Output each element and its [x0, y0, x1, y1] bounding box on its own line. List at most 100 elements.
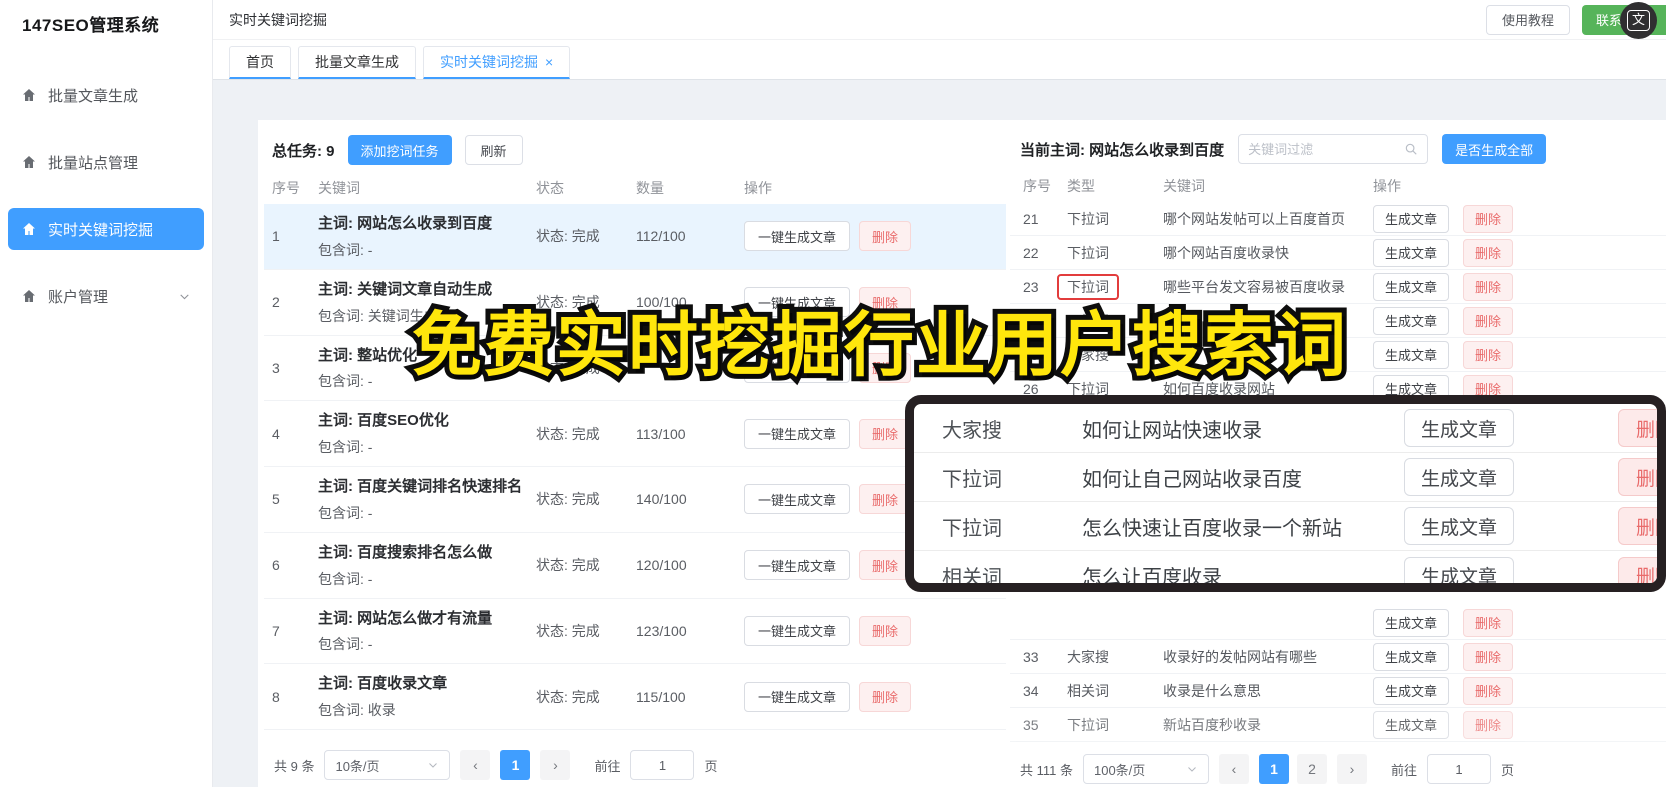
page-button[interactable]: 1: [1258, 754, 1289, 784]
table-row[interactable]: 6 主词: 百度搜索排名怎么做 包含词: - 状态: 完成 120/100 一键…: [264, 533, 1006, 599]
page-button[interactable]: 1: [500, 750, 531, 780]
generate-article-button[interactable]: 生成文章: [1373, 710, 1450, 739]
tab[interactable]: 首页: [229, 46, 291, 79]
delete-button[interactable]: 删除: [1463, 608, 1514, 637]
table-row[interactable]: 2 主词: 关键词文章自动生成 包含词: 关键词生成 状态: 完成 100/10…: [264, 270, 1006, 336]
row-keyword-cell: 主词: 百度搜索排名怎么做 包含词: -: [318, 542, 536, 589]
inset-row: 下拉词 如何让自己网站收录百度 生成文章 删除: [914, 453, 1657, 502]
table-row[interactable]: 22 下拉词 哪个网站百度收录快 生成文章 删除: [1010, 236, 1666, 270]
generate-articles-button[interactable]: 一键生成文章: [744, 287, 851, 318]
tab-close-icon[interactable]: ×: [545, 55, 553, 69]
generate-articles-button[interactable]: 一键生成文章: [744, 681, 851, 712]
table-row[interactable]: 34 相关词 收录是什么意思 生成文章 删除: [1010, 674, 1666, 708]
generate-article-button[interactable]: 生成文章: [1404, 556, 1515, 583]
tutorial-button[interactable]: 使用教程: [1485, 4, 1570, 35]
delete-button[interactable]: 删除: [1463, 272, 1514, 301]
table-row[interactable]: 33 大家搜 收录好的发帖网站有哪些 生成文章 删除: [1010, 640, 1666, 674]
delete-button[interactable]: 删除: [1618, 507, 1657, 545]
sidebar-item[interactable]: 批量站点管理: [8, 141, 204, 183]
generate-articles-button[interactable]: 一键生成文章: [744, 221, 851, 252]
delete-button[interactable]: 删除: [859, 484, 912, 515]
sidebar-item[interactable]: 实时关键词挖掘: [8, 208, 204, 250]
table-row[interactable]: 35 下拉词 新站百度秒收录 生成文章 删除: [1010, 708, 1666, 742]
table-row[interactable]: 24 下拉词 生成文章 删除: [1010, 304, 1666, 338]
refresh-button[interactable]: 刷新: [464, 135, 523, 165]
generate-article-button[interactable]: 生成文章: [1373, 676, 1450, 705]
table-row-clipped[interactable]: 生成文章 删除: [1010, 606, 1666, 640]
tab[interactable]: 批量文章生成: [298, 46, 416, 79]
row-index: 33: [1023, 648, 1039, 665]
col-index: 序号: [1023, 178, 1051, 194]
generate-articles-button[interactable]: 一键生成文章: [744, 418, 851, 449]
table-row[interactable]: 3 主词: 整站优化 包含词: - 状态: 完成 一键生成文章 删除: [264, 336, 1006, 402]
prev-page-button[interactable]: ‹: [1218, 754, 1249, 784]
row-index: 22: [1023, 244, 1039, 261]
delete-button[interactable]: 删除: [1463, 676, 1514, 705]
generate-articles-button[interactable]: 一键生成文章: [744, 352, 851, 383]
table-row[interactable]: 4 主词: 百度SEO优化 包含词: - 状态: 完成 113/100 一键生成…: [264, 401, 1006, 467]
page-button[interactable]: 2: [1296, 754, 1327, 784]
add-task-button[interactable]: 添加挖词任务: [347, 135, 452, 165]
generate-article-button[interactable]: 生成文章: [1373, 642, 1450, 671]
table-row[interactable]: 8 主词: 百度收录文章 包含词: 收录 状态: 完成 115/100 一键生成…: [264, 664, 1006, 730]
row-index: 3: [272, 359, 280, 376]
generate-article-button[interactable]: 生成文章: [1373, 204, 1450, 233]
delete-button[interactable]: 删除: [1463, 642, 1514, 671]
generate-articles-button[interactable]: 一键生成文章: [744, 550, 851, 581]
generate-article-button[interactable]: 生成文章: [1404, 507, 1515, 545]
delete-button[interactable]: 删除: [1618, 458, 1657, 496]
goto-page-input[interactable]: [630, 750, 695, 780]
row-actions: 一键生成文章 删除: [744, 352, 1006, 383]
delete-button[interactable]: 删除: [859, 287, 912, 318]
delete-button[interactable]: 删除: [859, 221, 912, 252]
generate-articles-button[interactable]: 一键生成文章: [744, 615, 851, 646]
generate-article-button[interactable]: 生成文章: [1373, 340, 1450, 369]
delete-button[interactable]: 删除: [859, 550, 912, 581]
delete-button[interactable]: 删除: [859, 418, 912, 449]
sidebar-item[interactable]: 账户管理: [8, 275, 204, 317]
delete-button[interactable]: 删除: [1463, 204, 1514, 233]
row-contains-word: 包含词: -: [318, 570, 373, 587]
row-main-word: 主词: 百度SEO优化: [318, 412, 449, 430]
inset-row-type: 下拉词: [942, 468, 1002, 491]
table-row[interactable]: 5 主词: 百度关键词排名快速排名 包含词: - 状态: 完成 140/100 …: [264, 467, 1006, 533]
tab[interactable]: 实时关键词挖掘 ×: [423, 46, 571, 79]
delete-button[interactable]: 删除: [1463, 710, 1514, 739]
row-main-word: 主词: 整站优化: [318, 346, 418, 364]
prev-page-button[interactable]: ‹: [460, 750, 491, 780]
table-row[interactable]: 1 主词: 网站怎么收录到百度 包含词: - 状态: 完成 112/100 一键…: [264, 204, 1006, 270]
table-row[interactable]: 23 下拉词 哪些平台发文容易被百度收录 生成文章 删除: [1010, 270, 1666, 304]
row-keyword-cell: 主词: 百度SEO优化 包含词: -: [318, 410, 536, 457]
per-page-select[interactable]: 100条/页: [1082, 754, 1209, 784]
table-row[interactable]: 7 主词: 网站怎么做才有流量 包含词: - 状态: 完成 123/100 一键…: [264, 599, 1006, 665]
generate-article-button[interactable]: 生成文章: [1404, 458, 1515, 496]
table-row[interactable]: 21 下拉词 哪个网站发帖可以上百度首页 生成文章 删除: [1010, 202, 1666, 236]
delete-button[interactable]: 删除: [1618, 409, 1657, 447]
delete-button[interactable]: 删除: [859, 681, 912, 712]
per-page-select[interactable]: 10条/页: [324, 750, 451, 780]
delete-button[interactable]: 删除: [1463, 340, 1514, 369]
next-page-button[interactable]: ›: [540, 750, 571, 780]
generate-article-button[interactable]: 生成文章: [1373, 608, 1450, 637]
delete-button[interactable]: 删除: [859, 615, 912, 646]
generate-articles-button[interactable]: 一键生成文章: [744, 484, 851, 515]
goto-page-input[interactable]: [1427, 754, 1491, 784]
generate-article-button[interactable]: 生成文章: [1373, 272, 1450, 301]
row-actions: 生成文章 删除: [1373, 710, 1666, 739]
generate-all-button[interactable]: 是否生成全部: [1442, 134, 1547, 164]
row-keyword: 哪个网站发帖可以上百度首页: [1163, 210, 1345, 227]
generate-article-button[interactable]: 生成文章: [1373, 306, 1450, 335]
next-page-button[interactable]: ›: [1336, 754, 1367, 784]
generate-article-button[interactable]: 生成文章: [1373, 238, 1450, 267]
generate-article-button[interactable]: 生成文章: [1404, 409, 1515, 447]
delete-button[interactable]: 删除: [1618, 556, 1657, 583]
task-table-header: 序号 关键词 状态 数量 操作: [264, 172, 1006, 204]
delete-button[interactable]: 删除: [1463, 306, 1514, 335]
row-type: 下拉词: [1067, 715, 1163, 735]
delete-button[interactable]: 删除: [1463, 238, 1514, 267]
delete-button[interactable]: 删除: [859, 352, 912, 383]
translate-badge-icon[interactable]: 文: [1620, 2, 1657, 39]
table-row[interactable]: 25 大家搜 生成文章 删除: [1010, 338, 1666, 372]
sidebar-item[interactable]: 批量文章生成: [8, 74, 204, 116]
keyword-filter-input[interactable]: [1248, 141, 1405, 157]
